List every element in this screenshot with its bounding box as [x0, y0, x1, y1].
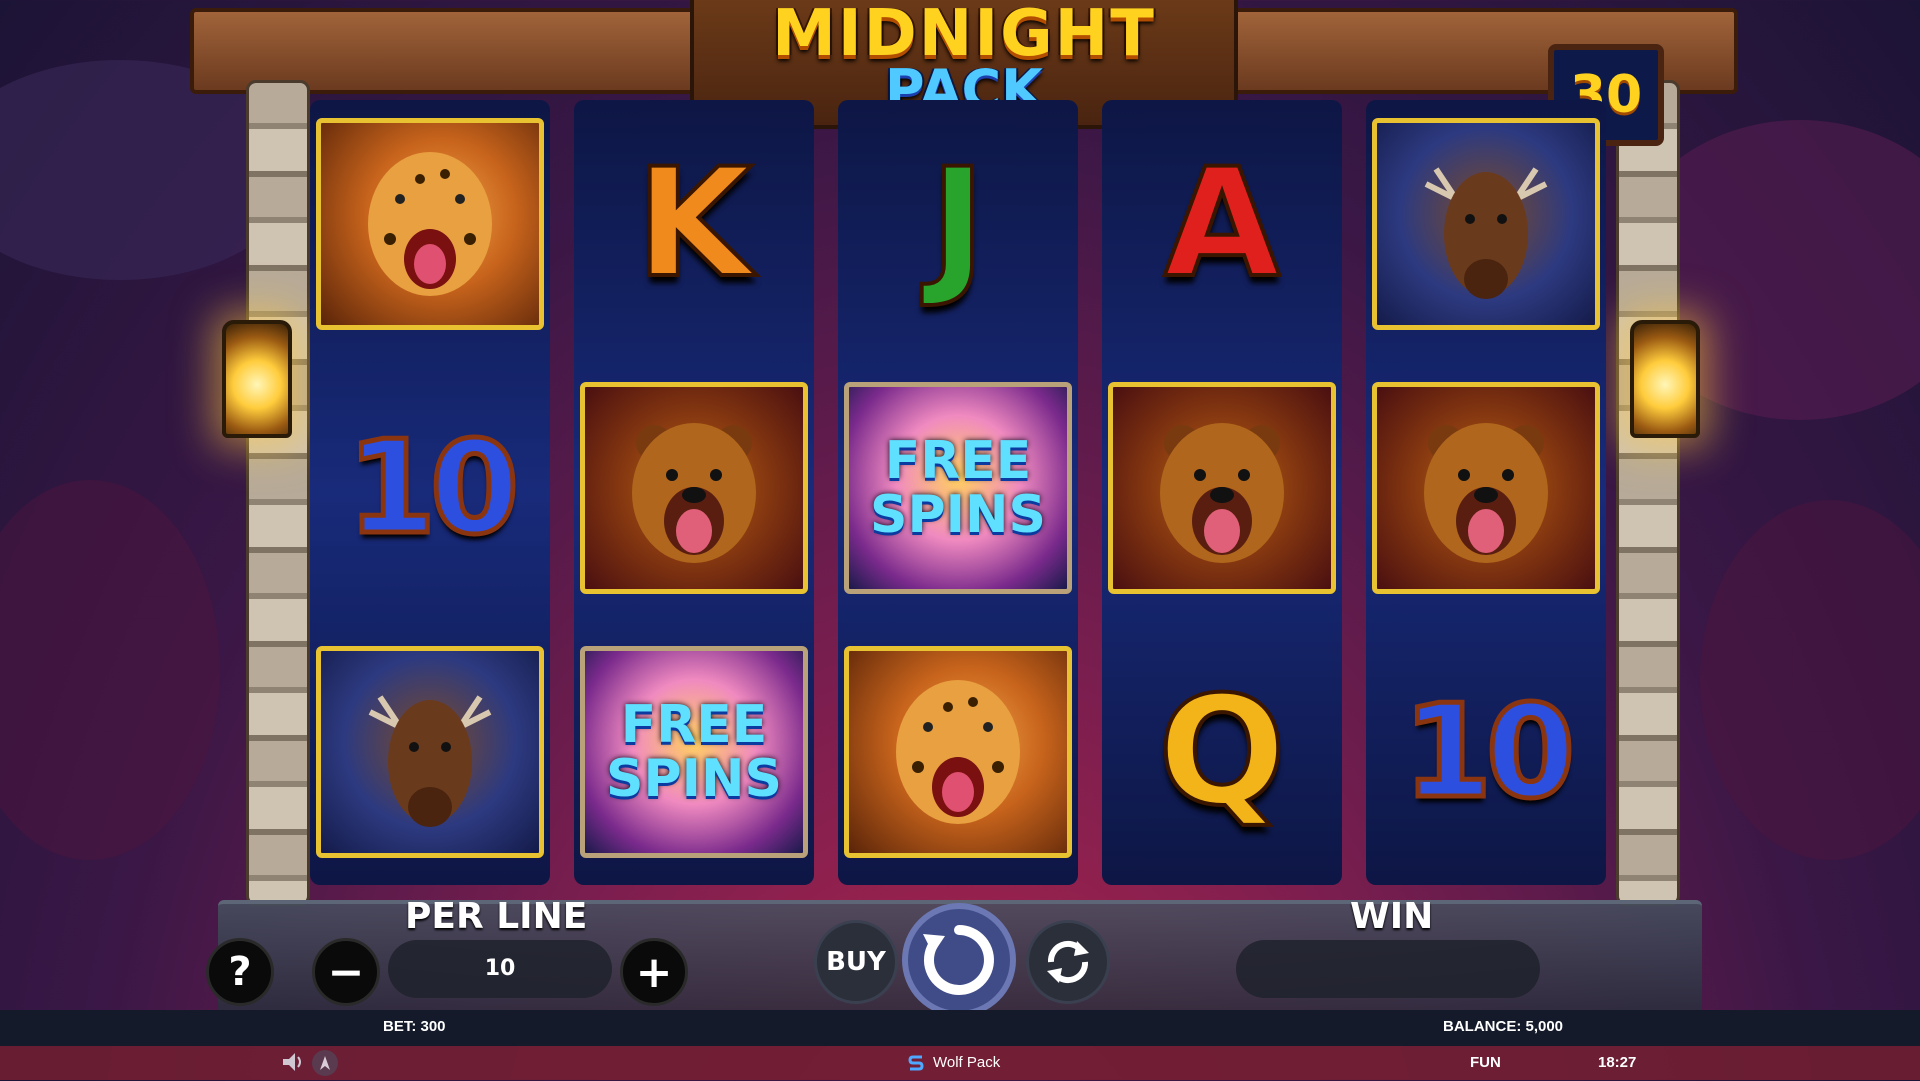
- symbol-letter: A: [1108, 118, 1336, 330]
- balance-display: BALANCE: 5,000: [1443, 1018, 1564, 1035]
- symbol-ten: 10: [316, 382, 544, 594]
- brand-logo-icon: [908, 1054, 924, 1072]
- moose-symbol: [316, 646, 544, 858]
- bear-icon: [1113, 387, 1331, 589]
- free-spins-scatter-symbol: FREE SPINS: [844, 382, 1072, 594]
- symbol-letter-text: A: [1162, 135, 1282, 313]
- symbol-letter: J: [844, 118, 1072, 330]
- symbol-ten: 10: [1372, 646, 1600, 858]
- moose-icon: [1377, 123, 1595, 325]
- autoplay-button[interactable]: [1026, 920, 1110, 1004]
- bear-symbol: [580, 382, 808, 594]
- clock-display: 18:27: [1598, 1054, 1637, 1071]
- reel-2: K FREE SPINS: [574, 100, 814, 885]
- symbol-letter: Q: [1108, 646, 1336, 858]
- jaguar-icon: [849, 651, 1067, 853]
- left-stone-post: [246, 80, 310, 906]
- bear-icon: [1377, 387, 1595, 589]
- bear-icon: [585, 387, 803, 589]
- mode-display: FUN: [1470, 1054, 1501, 1071]
- moose-symbol: [1372, 118, 1600, 330]
- scatter-text: SPINS: [606, 749, 782, 809]
- reel-grid: 10 K FREE SPINS J FREE SPINS A Q 10: [310, 100, 1610, 890]
- symbol-letter-text: K: [634, 135, 754, 313]
- brand-name: Wolf Pack: [933, 1054, 1001, 1071]
- symbol-ten-text: 10: [344, 411, 521, 565]
- buy-feature-button[interactable]: BUY: [814, 920, 898, 1004]
- reel-1: 10: [310, 100, 550, 885]
- left-lantern: [222, 320, 292, 438]
- info-bar: [0, 1010, 1920, 1046]
- help-button[interactable]: ?: [206, 938, 274, 1006]
- win-value: [1236, 940, 1540, 998]
- sound-icon[interactable]: [281, 1051, 305, 1073]
- scatter-text: SPINS: [870, 485, 1046, 545]
- symbol-letter-text: Q: [1156, 663, 1288, 841]
- scatter-text: FREE: [884, 431, 1032, 491]
- decrease-bet-button[interactable]: −: [312, 938, 380, 1006]
- spin-button[interactable]: [902, 903, 1016, 1017]
- scatter-face: FREE SPINS: [849, 387, 1067, 589]
- free-spins-scatter-symbol: FREE SPINS: [580, 646, 808, 858]
- turbo-icon[interactable]: [312, 1050, 338, 1076]
- spin-icon: [923, 925, 994, 995]
- jaguar-symbol: [844, 646, 1072, 858]
- bet-display: BET: 300: [383, 1018, 446, 1035]
- reel-5: 10: [1366, 100, 1606, 885]
- scatter-face: FREE SPINS: [585, 651, 803, 853]
- right-stone-post: [1616, 80, 1680, 906]
- reel-4: AQ: [1102, 100, 1342, 885]
- jaguar-symbol: [316, 118, 544, 330]
- moose-icon: [321, 651, 539, 853]
- symbol-letter: K: [580, 118, 808, 330]
- scatter-text: FREE: [620, 695, 768, 755]
- per-line-label: PER LINE: [405, 896, 588, 937]
- right-lantern: [1630, 320, 1700, 438]
- symbol-ten-text: 10: [1400, 675, 1577, 829]
- win-label: WIN: [1350, 896, 1434, 937]
- jaguar-icon: [321, 123, 539, 325]
- bear-symbol: [1372, 382, 1600, 594]
- autoplay-icon: [1047, 940, 1089, 984]
- bear-symbol: [1108, 382, 1336, 594]
- symbol-letter-text: J: [928, 135, 988, 313]
- increase-bet-button[interactable]: +: [620, 938, 688, 1006]
- per-line-value: 10: [388, 940, 612, 998]
- reel-3: J FREE SPINS: [838, 100, 1078, 885]
